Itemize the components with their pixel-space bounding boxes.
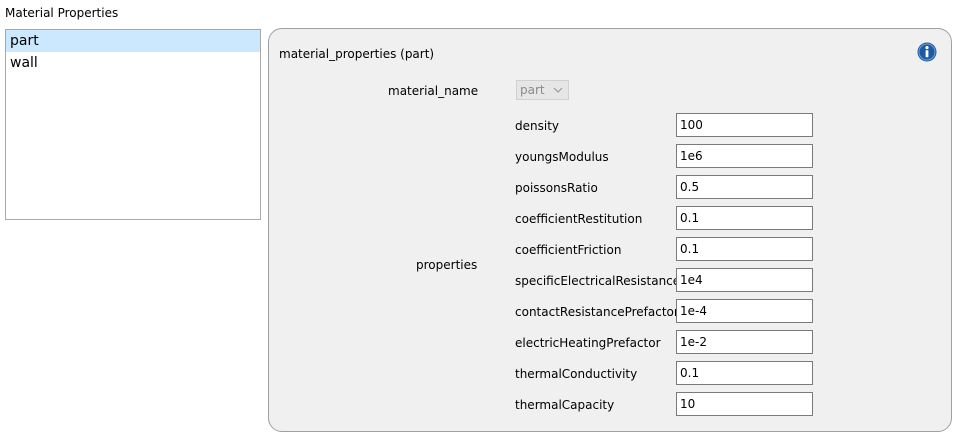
coefficient-restitution-input[interactable] — [676, 206, 813, 230]
thermal-capacity-label: thermalCapacity — [515, 398, 615, 412]
specific-electrical-resistance-label: specificElectricalResistance — [515, 274, 681, 288]
electric-heating-prefactor-label: electricHeatingPrefactor — [515, 336, 661, 350]
electric-heating-prefactor-input[interactable] — [676, 330, 813, 354]
coefficient-friction-label: coefficientFriction — [515, 243, 622, 257]
info-icon[interactable] — [917, 42, 937, 62]
poissons-ratio-input[interactable] — [676, 175, 813, 199]
properties-label: properties — [416, 258, 478, 272]
chevron-down-icon — [553, 87, 563, 93]
material-list-item-wall[interactable]: wall — [6, 52, 260, 74]
thermal-conductivity-label: thermalConductivity — [515, 367, 638, 381]
density-input[interactable] — [676, 113, 813, 137]
contact-resistance-prefactor-input[interactable] — [676, 299, 813, 323]
material-list-item-part[interactable]: part — [6, 30, 260, 52]
youngs-modulus-label: youngsModulus — [515, 150, 609, 164]
coefficient-friction-input[interactable] — [676, 237, 813, 261]
material-properties-panel: material_properties (part) material_name… — [268, 28, 952, 432]
density-label: density — [515, 119, 559, 133]
material-name-label: material_name — [388, 84, 479, 98]
specific-electrical-resistance-input[interactable] — [676, 268, 813, 292]
poissons-ratio-label: poissonsRatio — [515, 181, 598, 195]
youngs-modulus-input[interactable] — [676, 144, 813, 168]
material-list[interactable]: part wall — [5, 29, 261, 220]
thermal-capacity-input[interactable] — [676, 392, 813, 416]
contact-resistance-prefactor-label: contactResistancePrefactor — [515, 305, 679, 319]
material-properties-window: Material Properties part wall material_p… — [0, 0, 960, 444]
material-name-combo: part — [516, 80, 569, 100]
section-title: Material Properties — [5, 6, 119, 20]
thermal-conductivity-input[interactable] — [676, 361, 813, 385]
coefficient-restitution-label: coefficientRestitution — [515, 212, 643, 226]
panel-title: material_properties (part) — [279, 47, 435, 61]
material-name-value: part — [520, 83, 545, 97]
